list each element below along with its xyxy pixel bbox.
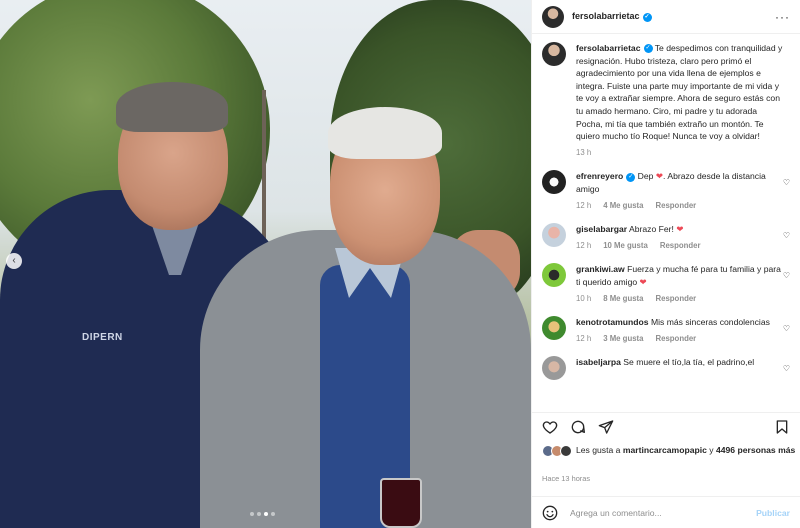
photo-wine-glass (380, 478, 422, 528)
likes-middle: y (706, 445, 716, 455)
author-avatar[interactable] (542, 42, 566, 66)
heart-emoji-icon: ❤ (655, 171, 664, 182)
comment-body: isabeljarpa Se muere el tío,la tía, el p… (576, 356, 786, 380)
reply-button[interactable]: Responder (655, 293, 696, 306)
comment-like-icon[interactable]: ♡ (783, 178, 790, 187)
comment-body: grankiwi.aw Fuerza y mucha fé para tu fa… (576, 263, 786, 305)
post-header: fersolabarrietac ✓ ··· (532, 0, 800, 34)
comment-body: giselabargar Abrazo Fer! ❤ 12 h 10 Me gu… (576, 223, 786, 252)
comment-meta: 10 h 8 Me gusta Responder (576, 293, 786, 306)
comment-meta: 12 h 3 Me gusta Responder (576, 333, 786, 346)
comment-time[interactable]: 12 h (576, 200, 591, 213)
comment-username[interactable]: isabeljarpa (576, 357, 621, 367)
heart-emoji-icon: ❤ (676, 224, 684, 235)
comment-like-icon[interactable]: ♡ (783, 324, 790, 333)
comment-input[interactable] (570, 507, 730, 518)
author-avatar[interactable] (542, 5, 564, 28)
action-bar (532, 412, 800, 440)
comment-like-icon[interactable]: ♡ (783, 271, 790, 280)
post-photo[interactable]: DIPERN ‹ (0, 0, 531, 528)
commenter-avatar[interactable] (542, 316, 566, 341)
heart-emoji-icon: ❤ (639, 276, 647, 287)
comment-likes[interactable]: 4 Me gusta (603, 200, 643, 213)
comment-likes[interactable]: 10 Me gusta (603, 240, 648, 253)
likes-summary[interactable]: Les gusta a martincarcamopapic y 4496 pe… (542, 444, 797, 457)
commenter-avatar[interactable] (542, 170, 566, 195)
comment-row: grankiwi.aw Fuerza y mucha fé para tu fa… (542, 263, 790, 305)
likers-avatars (542, 445, 572, 457)
caption-body: fersolabarrietac ✓ Te despedimos con tran… (576, 42, 786, 159)
likes-text: Les gusta a martincarcamopapic y 4496 pe… (576, 444, 795, 457)
commenter-avatar[interactable] (542, 223, 566, 248)
carousel-dot (250, 512, 254, 516)
commenter-avatar[interactable] (542, 356, 566, 381)
comment-body: efrenreyero ✓ Dep ❤. Abrazo desde la dist… (576, 170, 786, 212)
comment-body: kenotrotamundos Mis más sinceras condole… (576, 316, 786, 345)
liker-avatar (560, 445, 572, 457)
comment-username[interactable]: kenotrotamundos (576, 317, 649, 327)
caption-row: fersolabarrietac ✓ Te despedimos con tran… (542, 42, 790, 159)
publish-button[interactable]: Publicar (756, 508, 790, 518)
author-username-text[interactable]: fersolabarrietac (572, 11, 640, 21)
photo-person-left-hair (116, 82, 228, 132)
comment-icon[interactable] (570, 419, 586, 435)
photo-person-right-hair (328, 107, 442, 159)
comment-username[interactable]: grankiwi.aw (576, 264, 625, 274)
comment-time[interactable]: 10 h (576, 293, 591, 306)
comment-row: kenotrotamundos Mis más sinceras condole… (542, 316, 790, 345)
caption-username[interactable]: fersolabarrietac (576, 43, 641, 53)
verified-icon: ✓ (643, 44, 653, 54)
verified-icon: ✓ (626, 172, 636, 182)
carousel-dot (257, 512, 261, 516)
comment-row: isabeljarpa Se muere el tío,la tía, el p… (542, 356, 790, 381)
carousel-dots (250, 512, 275, 516)
comment-row: efrenreyero ✓ Dep ❤. Abrazo desde la dist… (542, 170, 790, 212)
comment-time[interactable]: 12 h (576, 333, 591, 346)
caption-time[interactable]: 13 h (576, 147, 591, 160)
share-icon[interactable] (598, 419, 614, 435)
post-viewer: DIPERN ‹ fersolabarrietac ✓ ··· fersolaba… (0, 0, 800, 528)
liker-username[interactable]: martincarcamopapic (623, 445, 707, 455)
jacket-logo: DIPERN (82, 332, 123, 343)
comment-text: Dep (635, 171, 656, 182)
author-username[interactable]: fersolabarrietac ✓ (572, 11, 652, 22)
commenter-avatar[interactable] (542, 263, 566, 288)
add-comment-bar: Publicar (532, 496, 800, 528)
comment-like-icon[interactable]: ♡ (783, 231, 790, 240)
comment-likes[interactable]: 8 Me gusta (603, 293, 643, 306)
verified-icon: ✓ (642, 12, 652, 22)
comment-text: Abrazo Fer! (627, 224, 677, 235)
comment-like-icon[interactable]: ♡ (783, 364, 790, 373)
likes-count[interactable]: 4496 personas más (716, 445, 795, 455)
reply-button[interactable]: Responder (655, 200, 696, 213)
comment-username[interactable]: giselabargar (576, 224, 627, 234)
comment-meta: 12 h 4 Me gusta Responder (576, 200, 786, 213)
comment-text: Se muere el tío,la tía, el padrino,el (620, 357, 755, 368)
comment-meta: 12 h 10 Me gusta Responder (576, 240, 786, 253)
comment-row: giselabargar Abrazo Fer! ❤ 12 h 10 Me gu… (542, 223, 790, 252)
caption-meta: 13 h (576, 147, 786, 160)
carousel-dot-active (264, 512, 268, 516)
comment-text: Mis más sinceras condolencias (648, 317, 770, 328)
likes-prefix: Les gusta a (576, 445, 623, 455)
comment-likes[interactable]: 3 Me gusta (603, 333, 643, 346)
caption-text: Te despedimos con tranquilidad y resigna… (576, 43, 783, 142)
heart-icon[interactable] (542, 419, 558, 435)
comment-time[interactable]: 12 h (576, 240, 591, 253)
bookmark-icon[interactable] (774, 419, 790, 435)
post-timestamp: Hace 13 horas (542, 474, 591, 483)
post-side-panel: fersolabarrietac ✓ ··· fersolabarrietac ✓ … (531, 0, 800, 528)
comments-list[interactable]: fersolabarrietac ✓ Te despedimos con tran… (532, 34, 800, 412)
comment-username[interactable]: efrenreyero (576, 171, 623, 181)
carousel-dot (271, 512, 275, 516)
reply-button[interactable]: Responder (660, 240, 701, 253)
reply-button[interactable]: Responder (655, 333, 696, 346)
emoji-icon[interactable] (542, 505, 558, 521)
more-options-icon[interactable]: ··· (775, 10, 790, 24)
carousel-prev-button[interactable]: ‹ (6, 253, 22, 269)
